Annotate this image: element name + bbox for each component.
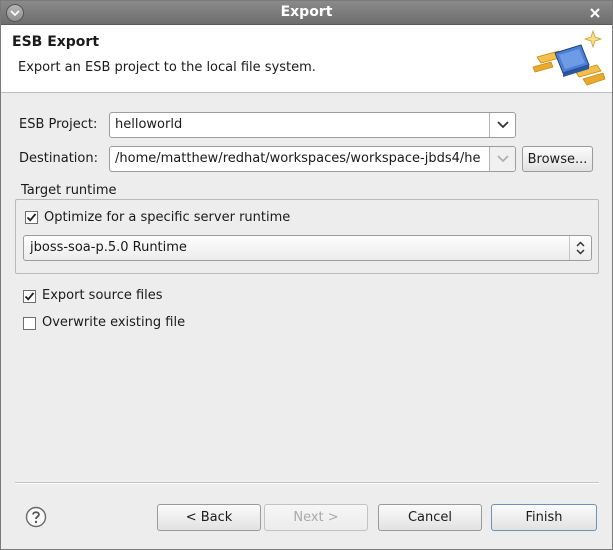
help-icon[interactable] — [25, 506, 47, 528]
title-bar[interactable]: Export — [1, 1, 612, 25]
runtime-select-value: jboss-soa-p.5.0 Runtime — [30, 240, 187, 255]
checkmark-icon — [26, 213, 37, 222]
optimize-runtime-label[interactable]: Optimize for a specific server runtime — [44, 210, 290, 225]
up-down-chevron-icon — [569, 236, 591, 260]
page-title: ESB Export — [12, 34, 100, 50]
destination-combo[interactable]: /home/matthew/redhat/workspaces/workspac… — [109, 146, 516, 172]
finish-button[interactable]: Finish — [491, 504, 597, 531]
window-title: Export — [280, 4, 333, 20]
optimize-runtime-checkbox[interactable] — [25, 211, 38, 224]
export-source-label[interactable]: Export source files — [42, 288, 163, 303]
wizard-header: ESB Export Export an ESB project to the … — [1, 25, 612, 93]
esb-export-wizard-icon — [532, 29, 606, 86]
target-runtime-label: Target runtime — [19, 183, 119, 198]
overwrite-label[interactable]: Overwrite existing file — [42, 315, 185, 330]
runtime-select[interactable]: jboss-soa-p.5.0 Runtime — [23, 235, 592, 261]
overwrite-checkbox[interactable] — [23, 317, 36, 330]
destination-value: /home/matthew/redhat/workspaces/workspac… — [115, 151, 481, 166]
export-dialog: Export ESB Export Export an ESB project … — [0, 0, 613, 550]
esb-project-combo[interactable]: helloworld — [109, 112, 516, 138]
chevron-down-icon[interactable] — [489, 113, 515, 137]
destination-label: Destination: — [19, 151, 98, 166]
back-button[interactable]: < Back — [157, 504, 261, 531]
cancel-button[interactable]: Cancel — [378, 504, 482, 531]
footer-separator — [15, 482, 599, 484]
esb-project-value: helloworld — [115, 117, 183, 132]
esb-project-label: ESB Project: — [19, 117, 98, 132]
page-description: Export an ESB project to the local file … — [18, 60, 316, 75]
browse-button[interactable]: Browse... — [522, 146, 593, 172]
export-source-checkbox[interactable] — [23, 290, 36, 303]
chevron-down-icon[interactable] — [489, 147, 515, 171]
close-icon[interactable] — [586, 4, 604, 22]
checkmark-icon — [24, 292, 35, 301]
next-button[interactable]: Next > — [264, 504, 368, 531]
